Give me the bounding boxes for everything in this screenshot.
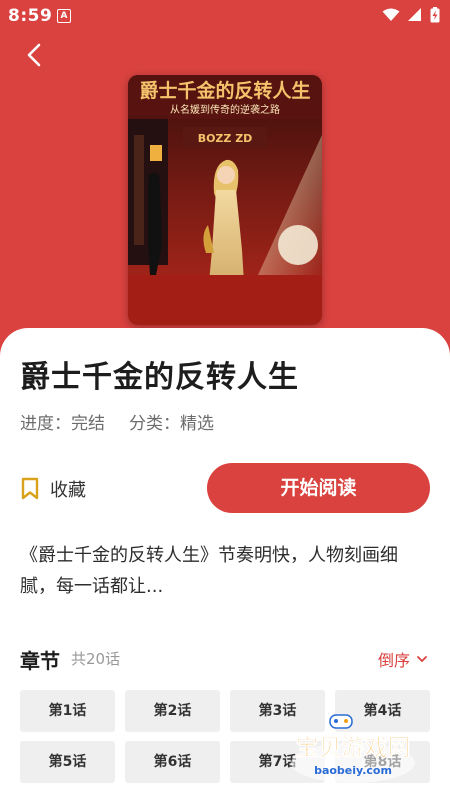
chevron-down-icon [417, 656, 427, 662]
cover-subtitle-text: 从名媛到传奇的逆袭之路 [170, 103, 280, 116]
favorite-button[interactable]: 收藏 [20, 472, 86, 506]
sort-label: 倒序 [377, 651, 410, 670]
watermark-domain: baobeiy.com [314, 764, 392, 777]
book-title: 爵士千金的反转人生 [20, 360, 299, 395]
notification-icon: A [57, 9, 71, 23]
watermark-text: 宝贝游戏网 [296, 734, 411, 761]
chapter-chip-6[interactable]: 第6话 [125, 741, 220, 783]
category-label: 分类： [129, 414, 180, 434]
book-meta: 进度：完结 分类：精选 [20, 409, 214, 434]
watermark: 宝贝游戏网 baobeiy.com [278, 713, 428, 785]
favorite-label: 收藏 [50, 480, 86, 501]
back-arrow-icon [27, 43, 41, 67]
wifi-icon [382, 8, 400, 21]
category-value: 精选 [180, 414, 214, 434]
chapter-chip-2[interactable]: 第2话 [125, 690, 220, 732]
signal-icon [408, 8, 421, 21]
progress-label: 进度： [20, 414, 71, 434]
chapters-count: 共20话 [71, 650, 121, 668]
cover-title-text: 爵士千金的反转人生 [139, 79, 310, 102]
sort-order-button[interactable]: 倒序 [378, 647, 428, 671]
battery-icon [430, 7, 440, 23]
bookmark-icon [21, 477, 39, 500]
start-reading-button[interactable]: 开始阅读 [207, 463, 430, 513]
status-icons [382, 7, 440, 23]
book-cover[interactable]: BOZZ ZD 爵士千金的反转人生 从名媛到传奇的逆袭之路 [128, 75, 322, 325]
chapter-chip-1[interactable]: 第1话 [20, 690, 115, 732]
chapters-heading: 章节 [20, 649, 60, 673]
chapter-chip-5[interactable]: 第5话 [20, 741, 115, 783]
cover-sign-text: BOZZ ZD [198, 132, 253, 145]
back-button[interactable] [20, 40, 48, 70]
book-description: 《爵士千金的反转人生》节奏明快，人物刻画细腻，每一话都让... [20, 545, 398, 597]
status-time: 8:59 [8, 6, 53, 26]
status-bar: 8:59 A [0, 0, 450, 32]
progress-value: 完结 [71, 414, 105, 434]
